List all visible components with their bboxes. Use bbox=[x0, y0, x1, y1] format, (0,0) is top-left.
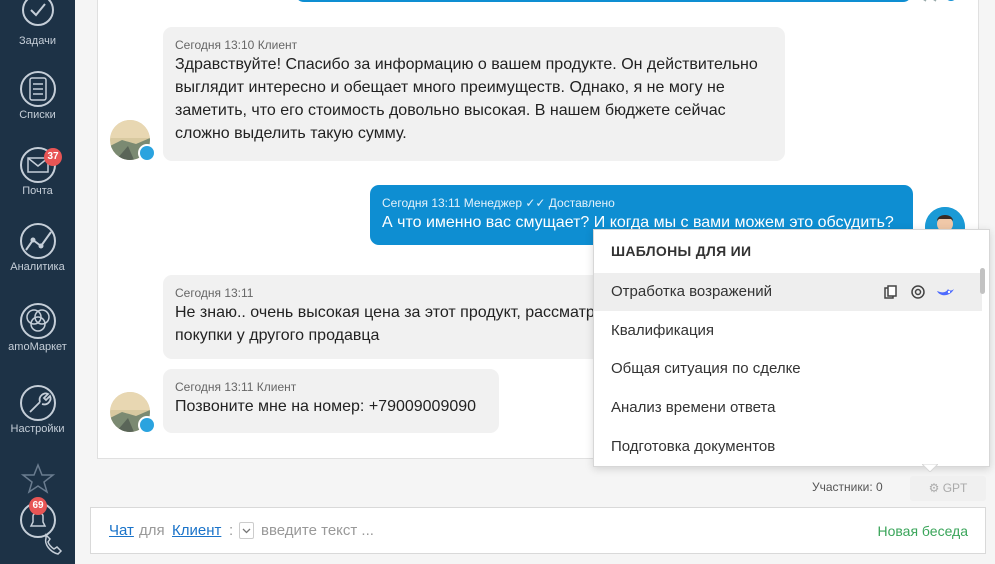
message-text: Здравствуйте! Спасибо за информацию о ва… bbox=[175, 56, 758, 142]
message-text: Позвоните мне на номер: +79009009090 bbox=[175, 398, 477, 415]
gpt-button[interactable]: ⚙ GPT bbox=[910, 476, 986, 501]
sidebar: Задачи Списки Почта 37 Аналитика amoМарк… bbox=[0, 0, 75, 564]
nav-tasks[interactable]: Задачи bbox=[0, 0, 75, 47]
telegram-badge bbox=[138, 144, 156, 162]
template-item-label: Анализ времени ответа bbox=[611, 399, 776, 416]
message-client-3: Сегодня 13:11 Клиент Позвоните мне на но… bbox=[163, 369, 499, 433]
previous-message-bubble bbox=[295, 0, 912, 2]
nav-favorites[interactable] bbox=[0, 462, 75, 494]
template-item-label: Подготовка документов bbox=[611, 438, 776, 455]
template-item-qualification[interactable]: Квалификация bbox=[594, 312, 982, 350]
recipient-dropdown[interactable] bbox=[239, 522, 254, 539]
gpt-icon: ⚙ bbox=[928, 481, 940, 495]
nav-market-label: amoМаркет bbox=[8, 341, 67, 353]
message-text: Не знаю.. очень высокая цена за этот про… bbox=[175, 304, 603, 344]
mail-badge: 37 bbox=[44, 148, 62, 166]
telegram-badge bbox=[138, 416, 156, 434]
participants-count: Участники: 0 bbox=[812, 480, 883, 494]
deepseek-icon[interactable] bbox=[936, 285, 956, 299]
gpt-label: GPT bbox=[942, 481, 968, 495]
openai-icon[interactable] bbox=[910, 284, 926, 300]
template-item-response-time[interactable]: Анализ времени ответа bbox=[594, 389, 982, 427]
message-meta: Сегодня 13:11 Клиент bbox=[175, 380, 297, 394]
nav-tasks-label: Задачи bbox=[19, 35, 56, 47]
new-conversation-button[interactable]: Новая беседа bbox=[877, 523, 968, 539]
nav-mail[interactable]: Почта 37 bbox=[0, 146, 75, 197]
message-client-2: Сегодня 13:11 Не знаю.. очень высокая це… bbox=[163, 275, 603, 359]
composer-colon: : bbox=[229, 522, 234, 539]
dropdown-scrollbar[interactable] bbox=[980, 268, 985, 294]
list-icon bbox=[19, 71, 56, 107]
chevron-down-icon bbox=[242, 528, 251, 534]
composer-for-label: для bbox=[139, 522, 165, 539]
message-meta: Сегодня 13:11 bbox=[175, 286, 254, 300]
template-item-label: Отработка возражений bbox=[611, 283, 773, 300]
template-item-label: Общая ситуация по сделке bbox=[611, 360, 801, 377]
nav-analytics[interactable]: Аналитика bbox=[0, 222, 75, 273]
nav-market[interactable]: amoМаркет bbox=[0, 302, 75, 353]
star-icon bbox=[20, 462, 55, 494]
copy-icon[interactable] bbox=[884, 285, 898, 299]
ai-templates-dropdown: ШАБЛОНЫ ДЛЯ ИИ Отработка возражений Квал… bbox=[593, 229, 990, 467]
nav-lists-label: Списки bbox=[19, 109, 56, 121]
message-composer: Чат для Клиент : введите текст ... Новая… bbox=[90, 507, 986, 554]
message-meta: Сегодня 13:11 Менеджер ✓✓ Доставлено bbox=[382, 196, 615, 210]
market-icon bbox=[19, 303, 56, 339]
checkmark-circle-icon bbox=[21, 0, 54, 26]
nav-notifications[interactable]: 69 bbox=[0, 497, 75, 564]
dropdown-pointer bbox=[922, 464, 938, 472]
template-item-objections[interactable]: Отработка возражений bbox=[594, 273, 982, 311]
analytics-icon bbox=[19, 223, 56, 259]
recipient-link[interactable]: Клиент bbox=[172, 522, 221, 539]
wrench-icon bbox=[19, 385, 56, 421]
message-meta: Сегодня 13:10 Клиент bbox=[175, 38, 298, 52]
template-item-documents[interactable]: Подготовка документов bbox=[594, 428, 982, 466]
nav-settings[interactable]: Настройки bbox=[0, 384, 75, 435]
message-client-1: Сегодня 13:10 Клиент Здравствуйте! Спаси… bbox=[163, 27, 785, 161]
nav-settings-label: Настройки bbox=[10, 423, 65, 435]
chat-type-link[interactable]: Чат bbox=[109, 522, 134, 539]
template-item-deal-status[interactable]: Общая ситуация по сделке bbox=[594, 350, 982, 388]
message-input[interactable]: введите текст ... bbox=[261, 522, 821, 539]
nav-lists[interactable]: Списки bbox=[0, 70, 75, 121]
nav-mail-label: Почта bbox=[22, 185, 53, 197]
nav-analytics-label: Аналитика bbox=[10, 261, 65, 273]
template-item-label: Квалификация bbox=[611, 322, 715, 339]
phone-icon[interactable] bbox=[38, 530, 68, 560]
telegram-icon bbox=[140, 418, 154, 432]
read-status-icon bbox=[923, 0, 955, 2]
ai-templates-title: ШАБЛОНЫ ДЛЯ ИИ bbox=[611, 243, 752, 259]
notifications-badge: 69 bbox=[29, 497, 47, 515]
telegram-icon bbox=[140, 146, 154, 160]
